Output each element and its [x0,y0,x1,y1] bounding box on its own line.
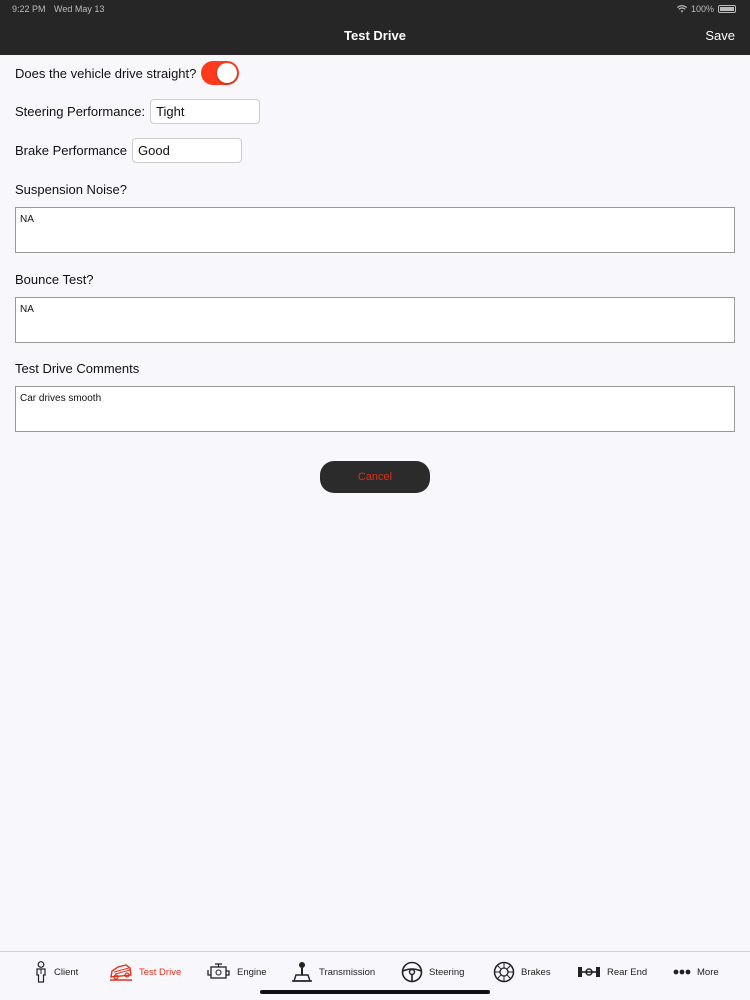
battery-icon [718,5,736,13]
drive-straight-toggle[interactable] [201,61,240,85]
bounce-label: Bounce Test? [15,272,94,287]
status-bar: 9:22 PM Wed May 13 100% [0,3,750,17]
comments-label: Test Drive Comments [15,361,140,376]
steering-label: Steering Performance: [15,104,146,119]
steering-row: Steering Performance: [15,99,261,124]
axle-icon [578,967,600,977]
toggle-knob [217,63,238,83]
status-time: 9:22 PM [12,4,46,14]
cancel-button[interactable]: Cancel [320,461,430,493]
tab-steering[interactable]: Steering [401,960,464,984]
tab-label: Client [54,966,79,978]
brake-disc-icon [493,961,515,983]
home-indicator[interactable] [260,990,490,994]
brake-input[interactable] [132,138,242,163]
tab-label: Brakes [521,966,551,978]
tab-label: Steering [429,966,465,978]
drive-straight-row: Does the vehicle drive straight? [15,61,240,85]
tab-test-drive[interactable]: Test Drive [109,960,181,984]
tab-brakes[interactable]: Brakes [493,960,551,984]
bounce-textarea[interactable]: NA [15,297,735,343]
comments-textarea[interactable]: Car drives smooth [15,386,735,432]
car-icon [110,964,132,981]
tab-label: Transmission [319,966,376,978]
tab-label: Test Drive [139,966,182,978]
tab-label: Rear End [607,966,648,978]
tab-more[interactable]: More [673,960,719,984]
tab-label: Engine [237,966,267,978]
steering-wheel-icon [401,961,423,983]
tab-rear-end[interactable]: Rear End [577,960,647,984]
tab-engine[interactable]: Engine [207,960,267,984]
steering-input[interactable] [150,99,261,124]
status-date: Wed May 13 [54,4,105,14]
brake-label: Brake Performance [15,143,127,158]
tab-label: More [697,966,719,978]
page-title: Test Drive [344,28,406,43]
status-right: 100% [676,4,736,14]
save-button[interactable]: Save [705,28,735,43]
wifi-icon [676,5,687,13]
engine-icon [207,963,230,979]
tab-transmission[interactable]: Transmission [291,960,375,984]
drive-straight-label: Does the vehicle drive straight? [15,65,197,81]
more-icon [673,969,691,975]
battery-percent: 100% [690,4,714,14]
tab-client[interactable]: Client [34,960,78,984]
person-icon [36,961,46,983]
gear-shifter-icon [292,962,312,982]
navigation-bar: 9:22 PM Wed May 13 100% Test Drive Save [0,0,750,55]
suspension-textarea[interactable]: NA [15,207,735,253]
brake-row: Brake Performance [15,138,242,163]
suspension-label: Suspension Noise? [15,182,128,197]
